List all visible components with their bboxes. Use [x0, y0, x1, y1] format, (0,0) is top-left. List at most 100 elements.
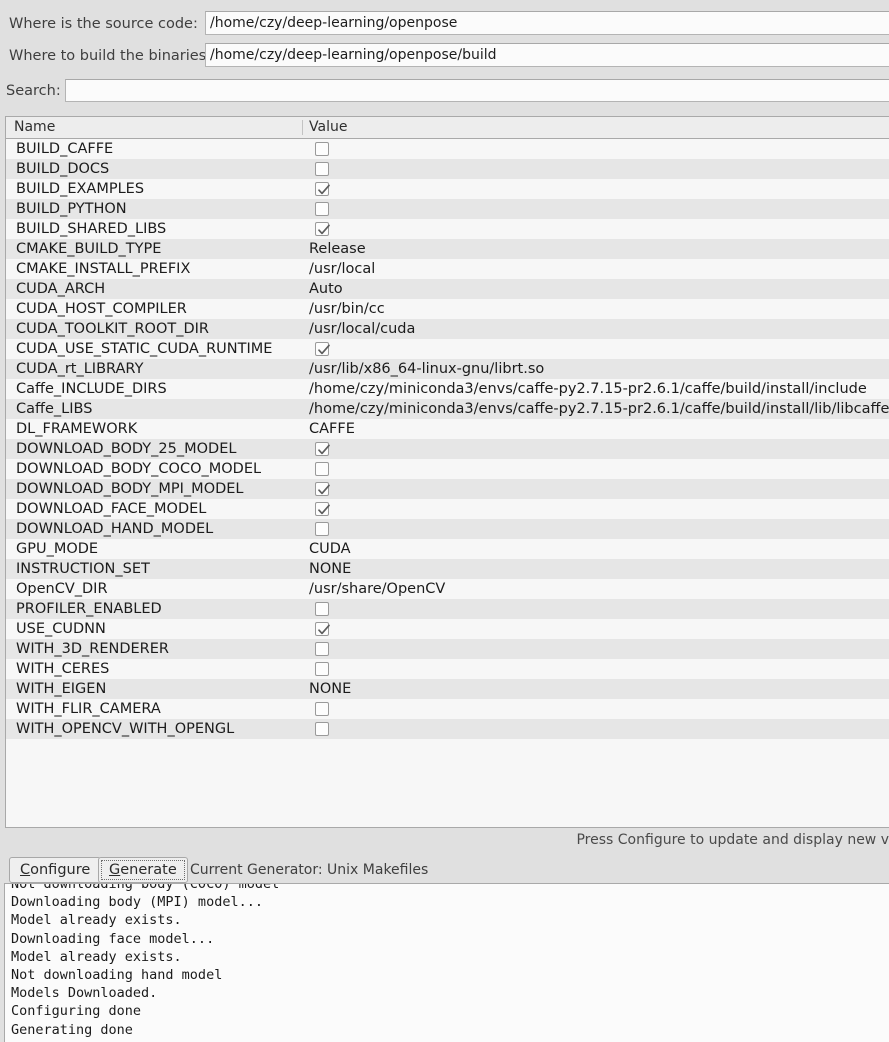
checkbox-unchecked-icon[interactable] — [315, 642, 329, 656]
checkbox-unchecked-icon[interactable] — [315, 162, 329, 176]
checkbox-checked-icon[interactable] — [315, 222, 330, 236]
table-body: BUILD_CAFFE BUILD_DOCS BUILD_EXAMPLES BUILD… — [6, 139, 889, 739]
cache-variable-value[interactable]: CUDA — [309, 539, 889, 559]
column-header-value[interactable]: Value — [309, 117, 347, 138]
checkbox-checked-icon[interactable] — [315, 182, 330, 196]
cache-variable-name: GPU_MODE — [16, 541, 99, 557]
cache-variable-name: CMAKE_BUILD_TYPE — [16, 241, 162, 257]
configure-button[interactable]: Configure — [9, 857, 102, 883]
cache-variable-name: WITH_FLIR_CAMERA — [16, 701, 161, 717]
table-row[interactable]: DOWNLOAD_BODY_25_MODEL — [6, 439, 889, 459]
cache-variable-name: DOWNLOAD_FACE_MODEL — [16, 501, 207, 517]
cache-variable-value[interactable]: NONE — [309, 679, 889, 699]
table-row[interactable]: WITH_3D_RENDERER — [6, 639, 889, 659]
cache-variable-name: USE_CUDNN — [16, 621, 106, 637]
generate-button[interactable]: Generate — [98, 857, 188, 883]
checkbox-checked-icon[interactable] — [315, 442, 330, 456]
checkbox-unchecked-icon[interactable] — [315, 462, 329, 476]
status-message: Press Configure to update and display ne… — [0, 832, 889, 852]
console-line: Not downloading body (COCO) model — [11, 883, 280, 892]
cache-variable-value[interactable]: NONE — [309, 559, 889, 579]
checkbox-checked-icon[interactable] — [315, 622, 330, 636]
checkbox-unchecked-icon[interactable] — [315, 602, 329, 616]
cache-variable-name: BUILD_PYTHON — [16, 201, 127, 217]
table-row[interactable]: Caffe_INCLUDE_DIRS/home/czy/miniconda3/e… — [6, 379, 889, 399]
column-header-name[interactable]: Name — [14, 117, 55, 138]
table-row[interactable]: CUDA_HOST_COMPILER/usr/bin/cc — [6, 299, 889, 319]
table-row[interactable]: CMAKE_INSTALL_PREFIX/usr/local — [6, 259, 889, 279]
table-row[interactable]: BUILD_DOCS — [6, 159, 889, 179]
checkbox-checked-icon[interactable] — [315, 502, 330, 516]
console-line: Downloading body (MPI) model... — [11, 894, 263, 911]
table-row[interactable]: CUDA_rt_LIBRARY/usr/lib/x86_64-linux-gnu… — [6, 359, 889, 379]
cache-variable-name: DOWNLOAD_HAND_MODEL — [16, 521, 214, 537]
table-row[interactable]: Caffe_LIBS/home/czy/miniconda3/envs/caff… — [6, 399, 889, 419]
checkbox-unchecked-icon[interactable] — [315, 722, 329, 736]
table-row[interactable]: DOWNLOAD_FACE_MODEL — [6, 499, 889, 519]
table-row[interactable]: USE_CUDNN — [6, 619, 889, 639]
checkbox-unchecked-icon[interactable] — [315, 702, 329, 716]
cache-variable-name: CUDA_ARCH — [16, 281, 106, 297]
table-row[interactable]: WITH_FLIR_CAMERA — [6, 699, 889, 719]
cache-variable-name: CMAKE_INSTALL_PREFIX — [16, 261, 191, 277]
table-header: Name Value — [6, 117, 889, 139]
cache-variable-name: BUILD_CAFFE — [16, 141, 114, 157]
table-row[interactable]: BUILD_PYTHON — [6, 199, 889, 219]
table-row[interactable]: PROFILER_ENABLED — [6, 599, 889, 619]
cache-variable-value[interactable]: /usr/lib/x86_64-linux-gnu/librt.so — [309, 359, 889, 379]
cache-variable-value[interactable]: /usr/bin/cc — [309, 299, 889, 319]
configure-button-mnemonic: C — [20, 862, 31, 878]
table-row[interactable]: CUDA_USE_STATIC_CUDA_RUNTIME — [6, 339, 889, 359]
table-row[interactable]: OpenCV_DIR/usr/share/OpenCV — [6, 579, 889, 599]
cache-variable-value[interactable]: Release — [309, 239, 889, 259]
cache-variable-name: INSTRUCTION_SET — [16, 561, 150, 577]
table-row[interactable]: BUILD_EXAMPLES — [6, 179, 889, 199]
build-path-input[interactable]: /home/czy/deep-learning/openpose/build — [205, 43, 889, 67]
checkbox-unchecked-icon[interactable] — [315, 142, 329, 156]
table-row[interactable]: CUDA_ARCH Auto — [6, 279, 889, 299]
cache-variable-value[interactable]: CAFFE — [309, 419, 889, 439]
cache-variable-value[interactable]: /usr/local/cuda — [309, 319, 889, 339]
cache-variable-name: CUDA_TOOLKIT_ROOT_DIR — [16, 321, 209, 337]
cache-variable-value[interactable]: /usr/share/OpenCV — [309, 579, 889, 599]
cache-variable-value[interactable]: /home/czy/miniconda3/envs/caffe-py2.7.15… — [309, 379, 889, 399]
button-bar: Configure Generate Current Generator: Un… — [0, 857, 889, 883]
table-row[interactable]: CUDA_TOOLKIT_ROOT_DIR/usr/local/cuda — [6, 319, 889, 339]
checkbox-checked-icon[interactable] — [315, 482, 330, 496]
cache-variable-name: DOWNLOAD_BODY_25_MODEL — [16, 441, 237, 457]
table-row[interactable]: DOWNLOAD_BODY_COCO_MODEL — [6, 459, 889, 479]
checkbox-unchecked-icon[interactable] — [315, 202, 329, 216]
cache-variable-name: PROFILER_ENABLED — [16, 601, 162, 617]
checkbox-unchecked-icon[interactable] — [315, 662, 329, 676]
cache-variable-name: Caffe_INCLUDE_DIRS — [16, 381, 167, 397]
source-path-input[interactable]: /home/czy/deep-learning/openpose — [205, 11, 889, 35]
console-line: Model already exists. — [11, 912, 182, 929]
cache-variable-value[interactable]: Auto — [309, 279, 889, 299]
table-row[interactable]: WITH_CERES — [6, 659, 889, 679]
table-row[interactable]: DOWNLOAD_BODY_MPI_MODEL — [6, 479, 889, 499]
table-row[interactable]: BUILD_CAFFE — [6, 139, 889, 159]
table-row[interactable]: INSTRUCTION_SET NONE — [6, 559, 889, 579]
table-row[interactable]: DL_FRAMEWORK CAFFE — [6, 419, 889, 439]
checkbox-checked-icon[interactable] — [315, 342, 330, 356]
console-line: Downloading face model... — [11, 930, 215, 947]
cache-variable-value[interactable]: /home/czy/miniconda3/envs/caffe-py2.7.15… — [309, 399, 889, 419]
table-row[interactable]: DOWNLOAD_HAND_MODEL — [6, 519, 889, 539]
cache-variable-name: CUDA_HOST_COMPILER — [16, 301, 187, 317]
current-generator-label: Current Generator: Unix Makefiles — [190, 862, 429, 878]
table-row[interactable]: CMAKE_BUILD_TYPE Release — [6, 239, 889, 259]
table-row[interactable]: WITH_EIGEN NONE — [6, 679, 889, 699]
console-output[interactable]: Not downloading body (COCO) model Downloa… — [4, 883, 889, 1042]
column-divider[interactable] — [302, 120, 303, 135]
table-row[interactable]: GPU_MODE CUDA — [6, 539, 889, 559]
table-row[interactable]: BUILD_SHARED_LIBS — [6, 219, 889, 239]
cache-variables-table[interactable]: Name Value BUILD_CAFFE BUILD_DOCS BUILD_EX… — [5, 116, 889, 828]
table-row[interactable]: WITH_OPENCV_WITH_OPENGL — [6, 719, 889, 739]
cache-variable-value[interactable]: /usr/local — [309, 259, 889, 279]
checkbox-unchecked-icon[interactable] — [315, 522, 329, 536]
source-path-row: Where is the source code: /home/czy/deep… — [0, 11, 889, 37]
search-input[interactable] — [65, 79, 889, 102]
build-path-row: Where to build the binaries: /home/czy/d… — [0, 43, 889, 69]
cache-variable-name: DOWNLOAD_BODY_COCO_MODEL — [16, 461, 262, 477]
console-lines: Not downloading body (COCO) model Downloa… — [11, 883, 889, 1039]
